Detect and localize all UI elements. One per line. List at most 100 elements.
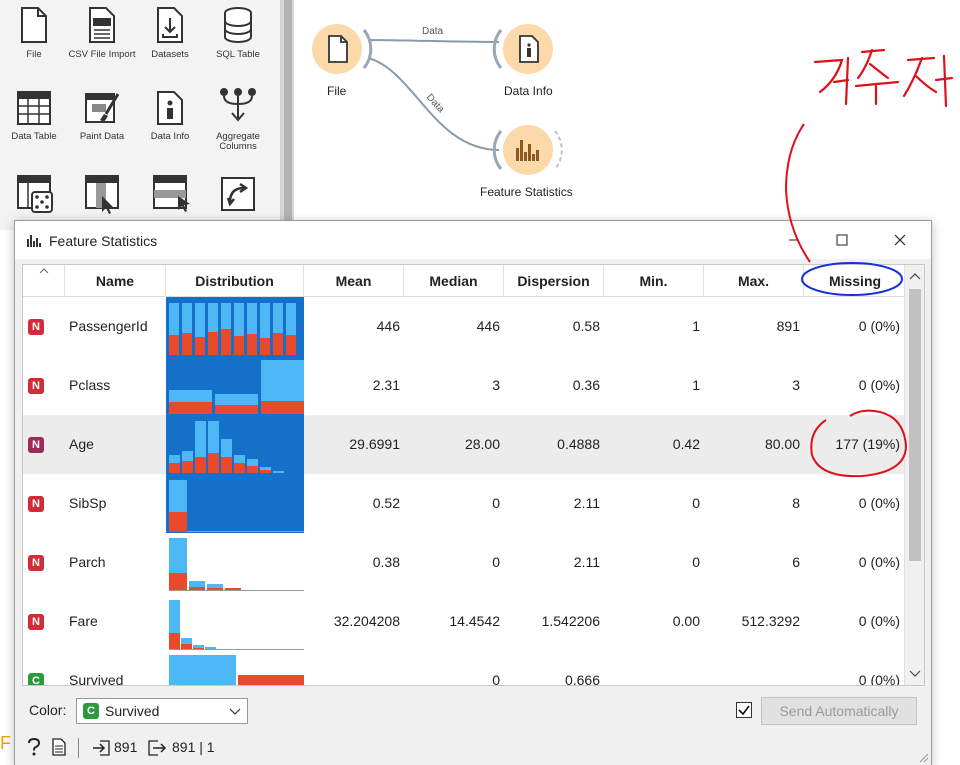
minimize-button[interactable] [771, 221, 817, 259]
distribution-histogram [169, 655, 304, 685]
numeric-variable-icon: N [28, 319, 44, 335]
chevron-up-icon[interactable] [905, 269, 925, 283]
row-missing: 0 (0%) [858, 318, 900, 334]
row-mean: 446 [376, 318, 400, 334]
column-header-min[interactable]: Min. [604, 265, 704, 297]
widget-data-table[interactable]: Data Table [0, 90, 68, 142]
node-label-feature-statistics: Feature Statistics [480, 185, 573, 199]
widget-label: Paint Data [79, 131, 125, 142]
table-row[interactable]: N Pclass 2.31 3 0.36 1 3 0 (0%) [23, 356, 906, 415]
column-header-missing[interactable]: Missing [804, 265, 906, 297]
input-data-icon [93, 740, 110, 756]
numeric-variable-icon: N [28, 496, 44, 512]
row-min: 0 [692, 554, 700, 570]
column-header-dispersion[interactable]: Dispersion [504, 265, 604, 297]
status-divider [78, 738, 79, 758]
row-max: 3 [792, 377, 800, 393]
table-row[interactable]: N Fare 32.204208 14.4542 1.542206 0.00 5… [23, 592, 906, 651]
table-row[interactable]: N PassengerId 446 446 0.58 1 891 0 (0%) [23, 297, 906, 356]
widget-aggregate-columns[interactable]: Aggregate Columns [204, 86, 272, 152]
distribution-histogram [166, 474, 304, 533]
datasets-icon [157, 7, 183, 43]
widget-label: Aggregate Columns [216, 131, 260, 152]
sql-table-icon [224, 7, 252, 43]
row-median: 0 [492, 672, 500, 686]
file-icon [21, 7, 47, 43]
window-titlebar[interactable]: Feature Statistics [15, 221, 931, 259]
categorical-variable-icon: C [28, 673, 44, 685]
table-row[interactable]: C Survived 0 0.666 0 (0%) [23, 651, 906, 686]
checkmark-icon [738, 705, 750, 716]
toolbox-scrollbar[interactable] [280, 0, 294, 230]
status-bar: 891 891 | 1 [15, 731, 931, 765]
data-info-icon [157, 91, 183, 125]
column-header-max[interactable]: Max. [704, 265, 804, 297]
link-file-to-data-info[interactable] [367, 39, 500, 43]
color-select[interactable]: C Survived [76, 698, 248, 724]
widget-label: Data Info [150, 131, 190, 142]
send-automatically-checkbox[interactable] [736, 702, 752, 718]
distribution-histogram [166, 415, 304, 474]
row-median: 14.4542 [449, 613, 500, 629]
column-header-name[interactable]: Name [65, 265, 166, 297]
window-title: Feature Statistics [49, 233, 158, 249]
row-dispersion: 0.58 [572, 318, 600, 334]
chevron-down-icon[interactable] [905, 667, 925, 681]
row-mean: 0.52 [372, 495, 400, 511]
table-row[interactable]: N SibSp 0.52 0 2.11 0 8 0 (0%) [23, 474, 906, 533]
widget-paint-data[interactable]: Paint Data [68, 90, 136, 142]
node-label-data-info: Data Info [504, 84, 553, 98]
row-max [704, 651, 800, 685]
aggregate-columns-icon [220, 88, 256, 122]
row-min [604, 651, 700, 685]
widget-label: SQL Table [216, 49, 260, 60]
maximize-icon [836, 234, 848, 246]
widget-data-info[interactable]: Data Info [136, 90, 204, 142]
send-automatically-button[interactable]: Send Automatically [761, 697, 917, 725]
help-icon[interactable] [27, 738, 41, 756]
row-max: 512.3292 [741, 613, 800, 629]
row-median: 0 [492, 554, 500, 570]
workflow-links [312, 24, 563, 175]
scrollbar-thumb[interactable] [909, 289, 921, 561]
table-header: Name Distribution Mean Median Dispersion… [23, 265, 906, 297]
widget-csv-file-import[interactable]: CSV File Import [68, 6, 136, 60]
row-missing: 0 (0%) [858, 613, 900, 629]
row-name: Pclass [69, 377, 111, 393]
row-missing: 0 (0%) [858, 495, 900, 511]
output-data-icon [148, 740, 166, 756]
output-count: 891 | 1 [172, 739, 215, 755]
sort-indicator[interactable] [23, 265, 65, 297]
row-min: 0 [692, 495, 700, 511]
row-min: 0.00 [672, 613, 700, 629]
row-mean: 32.204208 [333, 613, 400, 629]
select-rows-icon [153, 175, 190, 212]
maximize-button[interactable] [819, 221, 865, 259]
close-button[interactable] [877, 221, 923, 259]
data-sampler-icon [17, 175, 53, 213]
widget-sql-table[interactable]: SQL Table [204, 6, 272, 60]
column-header-mean[interactable]: Mean [304, 265, 404, 297]
table-scrollbar[interactable] [904, 265, 924, 685]
statistics-table[interactable]: Name Distribution Mean Median Dispersion… [22, 264, 925, 686]
row-name: SibSp [69, 495, 107, 511]
feature-statistics-icon [27, 235, 41, 247]
row-mean: 0.38 [372, 554, 400, 570]
select-columns-icon [85, 175, 119, 214]
widget-file[interactable]: File [0, 6, 68, 60]
column-header-distribution[interactable]: Distribution [166, 265, 304, 297]
chevron-up-icon [39, 268, 49, 274]
resize-grip-icon[interactable] [917, 751, 929, 763]
row-mean [304, 651, 400, 685]
column-header-median[interactable]: Median [404, 265, 504, 297]
table-row[interactable]: N Age 29.6991 28.00 0.4888 0.42 80.00 17… [23, 415, 906, 474]
distribution-histogram [166, 297, 304, 356]
table-row[interactable]: N Parch 0.38 0 2.11 0 6 0 (0%) [23, 533, 906, 592]
widget-datasets[interactable]: Datasets [136, 6, 204, 60]
row-median: 446 [476, 318, 500, 334]
input-count: 891 [114, 739, 138, 755]
row-dispersion: 1.542206 [541, 613, 600, 629]
distribution-histogram [169, 600, 304, 650]
report-icon[interactable] [52, 738, 66, 756]
row-min: 1 [692, 318, 700, 334]
